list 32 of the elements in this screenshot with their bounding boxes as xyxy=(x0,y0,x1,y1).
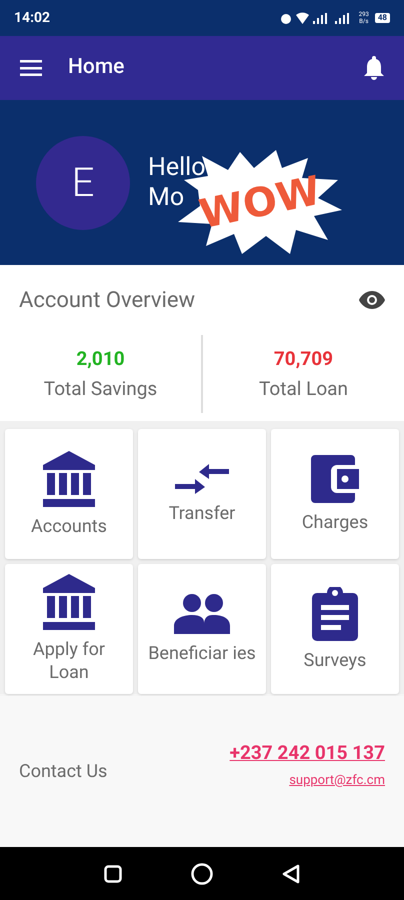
menu-tile[interactable]: Surveys xyxy=(271,564,399,694)
arrows-icon xyxy=(175,464,229,494)
email-link[interactable]: support@zfc.cm xyxy=(289,771,385,790)
alarm-icon xyxy=(280,12,292,24)
section-title: Account Overview xyxy=(19,286,196,314)
clipboard-icon xyxy=(312,586,358,640)
stat-value: 2,010 xyxy=(76,346,125,372)
clock-time: 14:02 xyxy=(14,8,50,28)
battery-level: 48 xyxy=(374,13,390,23)
menu-tile[interactable]: Charges xyxy=(271,429,399,559)
wallet-icon xyxy=(311,454,359,502)
bank-icon xyxy=(43,574,95,630)
bank-icon xyxy=(43,450,95,506)
menu-tile[interactable]: Beneficiar ies xyxy=(138,564,266,694)
menu-tile[interactable]: Apply for Loan xyxy=(5,564,133,694)
menu-tile[interactable]: Transfer xyxy=(138,429,266,559)
stat-value: 70,709 xyxy=(274,346,334,372)
square-icon[interactable] xyxy=(104,864,122,882)
wifi-icon xyxy=(296,12,309,24)
phone-link[interactable]: +237 242 015 137 xyxy=(230,738,385,767)
page-title: Home xyxy=(68,54,124,82)
menu-icon[interactable] xyxy=(20,60,42,76)
avatar: E xyxy=(36,136,130,230)
menu-tile[interactable]: Accounts xyxy=(5,429,133,559)
stat-label: Total Loan xyxy=(258,376,348,402)
back-icon[interactable] xyxy=(282,864,300,884)
eye-icon[interactable] xyxy=(359,291,385,309)
people-icon xyxy=(174,594,230,634)
stat-label: Total Savings xyxy=(44,376,158,402)
contact-label: Contact Us xyxy=(19,760,108,784)
home-icon[interactable] xyxy=(190,862,213,884)
bell-icon[interactable] xyxy=(364,56,384,80)
